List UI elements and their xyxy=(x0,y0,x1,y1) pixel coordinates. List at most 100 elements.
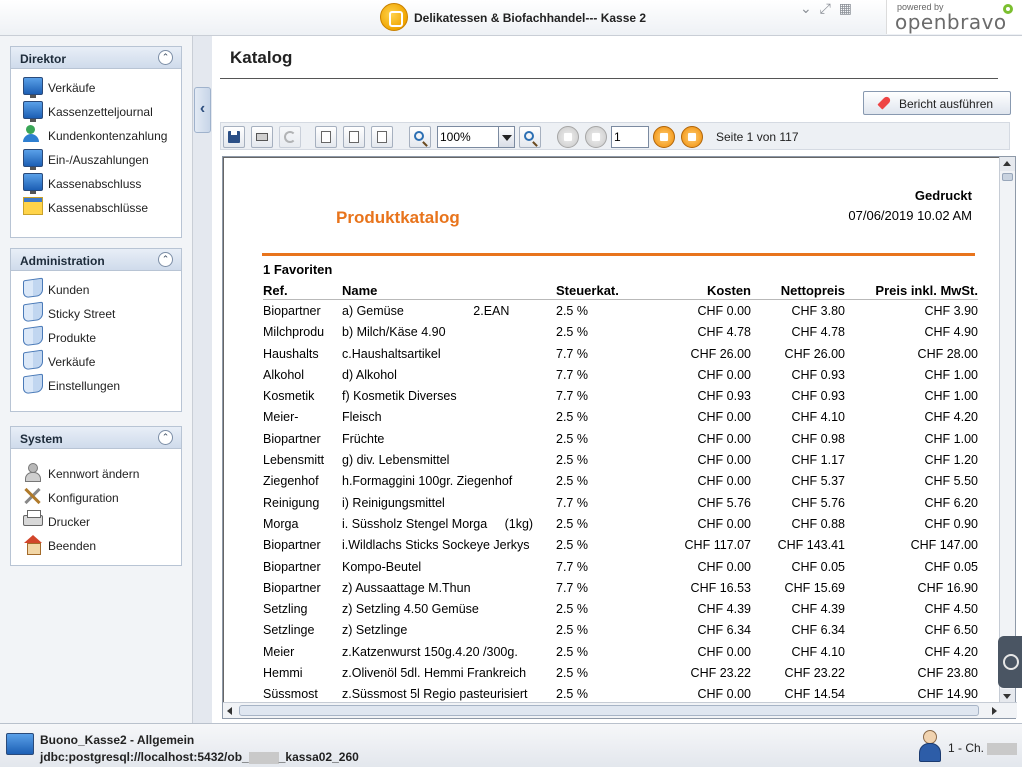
sidebar-item-drucker[interactable]: Drucker xyxy=(11,509,181,533)
sidebar-item-kunden[interactable]: Kunden xyxy=(11,277,181,301)
table-row: Alkohol d) Alkohol 7.7 % CHF 0.00 CHF 0.93 CH… xyxy=(263,367,978,388)
table-cell: CHF 23.80 xyxy=(917,666,978,681)
sidebar-item-kassenzetteljournal[interactable]: Kassenzetteljournal xyxy=(11,99,181,123)
scroll-up-icon[interactable] xyxy=(1000,157,1015,171)
table-cell: 7.7 % xyxy=(556,580,588,595)
table-cell: 2.5 % xyxy=(556,644,588,659)
table-cell: CHF 4.39 xyxy=(791,602,846,617)
tools-icon xyxy=(23,487,43,505)
table-cell: 2.5 % xyxy=(556,623,588,638)
last-page-button[interactable] xyxy=(681,126,703,148)
book-icon xyxy=(23,373,43,395)
scroll-down-icon[interactable] xyxy=(1000,689,1015,703)
table-row: Morga i. Süssholz Stengel Morga (1kg) 2.5 … xyxy=(263,516,978,537)
section-title: Direktor xyxy=(20,52,67,66)
table-row: Haushalts c.Haushaltsartikel 7.7 % CHF 26.0… xyxy=(263,346,978,367)
sidebar-item-einstellungen[interactable]: Einstellungen xyxy=(11,373,181,397)
previous-page-button[interactable] xyxy=(585,126,607,148)
redacted-text xyxy=(987,742,1018,755)
table-cell: CHF 3.80 xyxy=(791,304,846,318)
table-cell: 2.5 % xyxy=(556,602,588,617)
zoom-in-button[interactable] xyxy=(519,126,541,148)
table-row: Biopartner z) Aussaattage M.Thun 7.7 % CHF … xyxy=(263,580,978,601)
sidebar-item-verkaeufe-admin[interactable]: Verkäufe xyxy=(11,349,181,373)
table-row: Hemmi z.Olivenöl 5dl. Hemmi Frankreich 2.5… xyxy=(263,665,978,686)
column-header: Nettopreis xyxy=(780,283,845,298)
sidebar-item-konfiguration[interactable]: Konfiguration xyxy=(11,485,181,509)
next-page-button[interactable] xyxy=(653,126,675,148)
table-cell: b) Milch/Käse 4.90 xyxy=(342,325,446,340)
table-cell: 7.7 % xyxy=(556,346,588,361)
table-cell: CHF 4.39 xyxy=(697,602,752,617)
table-cell: CHF 0.93 xyxy=(791,367,846,382)
single-page-button[interactable] xyxy=(315,126,337,148)
collapse-icon[interactable]: ⌃ xyxy=(158,252,173,267)
sidebar-item-label: Kennwort ändern xyxy=(48,467,140,481)
sidebar-item-kennwort-aendern[interactable]: Kennwort ändern xyxy=(11,461,181,485)
remote-support-tab[interactable] xyxy=(998,636,1022,688)
table-row: Reinigung i) Reinigungsmittel 7.7 % CHF 5.7… xyxy=(263,495,978,516)
table-cell: 2.5 % xyxy=(556,431,588,446)
sidebar-item-kundenkontenzahlung[interactable]: Kundenkontenzahlung xyxy=(11,123,181,147)
table-row: Setzling z) Setzling 4.50 Gemüse 2.5 % CHF … xyxy=(263,601,978,622)
chevron-down-icon[interactable] xyxy=(498,127,514,147)
fullscreen-icon[interactable]: ⤢ xyxy=(820,0,831,16)
scroll-right-icon[interactable] xyxy=(987,703,1001,718)
sidebar-item-verkaeufe[interactable]: Verkäufe xyxy=(11,75,181,99)
chevron-down-icon[interactable]: ⌄ xyxy=(800,0,812,16)
sidebar-item-kassenabschluss[interactable]: Kassenabschluss xyxy=(11,171,181,195)
brand-mark-icon xyxy=(1003,4,1013,14)
table-row: Lebensmitt g) div. Lebensmittel 2.5 % CHF 0… xyxy=(263,452,978,473)
last-page-icon xyxy=(688,133,696,141)
collapse-icon[interactable]: ⌃ xyxy=(158,50,173,65)
scroll-thumb[interactable] xyxy=(239,705,979,716)
table-cell: Haushalts xyxy=(263,346,319,361)
scroll-left-icon[interactable] xyxy=(223,703,237,718)
page-number-input[interactable] xyxy=(611,126,649,148)
collapse-icon[interactable]: ⌃ xyxy=(158,430,173,445)
table-row: Setzlinge z) Setzlinge 2.5 % CHF 6.34 CHF 6.… xyxy=(263,622,978,643)
collapse-sidebar-button[interactable]: ‹ xyxy=(194,87,211,133)
save-button[interactable] xyxy=(223,126,245,148)
previous-page-icon xyxy=(592,133,600,141)
table-cell: 2.5 % xyxy=(556,325,588,340)
keypad-icon[interactable]: ▦ xyxy=(839,0,852,16)
monitor-icon xyxy=(23,173,43,194)
table-cell: CHF 16.90 xyxy=(917,580,978,595)
table-cell: Milchprodu xyxy=(263,325,325,340)
zoom-select[interactable]: 100% xyxy=(437,126,515,148)
sidebar-item-ein-auszahlungen[interactable]: Ein-/Auszahlungen xyxy=(11,147,181,171)
sidebar-item-kassenabschluesse[interactable]: Kassenabschlüsse xyxy=(11,195,181,219)
sidebar-item-beenden[interactable]: Beenden xyxy=(11,533,181,557)
table-cell: CHF 0.90 xyxy=(924,516,979,531)
print-button[interactable] xyxy=(251,126,273,148)
table-cell: Meier xyxy=(263,644,295,659)
sidebar-item-produkte[interactable]: Produkte xyxy=(11,325,181,349)
table-header: Ref. Name Steuerkat. Kosten Nettopreis P… xyxy=(263,282,978,300)
refresh-button[interactable] xyxy=(279,126,301,148)
table-cell: CHF 0.00 xyxy=(697,304,752,318)
horizontal-scrollbar[interactable] xyxy=(223,702,1017,718)
table-cell: CHF 1.00 xyxy=(924,367,979,382)
first-page-button[interactable] xyxy=(557,126,579,148)
section-header[interactable]: Administration ⌃ xyxy=(11,249,181,271)
page-width-button[interactable] xyxy=(343,126,365,148)
sidebar-item-sticky-street[interactable]: Sticky Street xyxy=(11,301,181,325)
section-header[interactable]: Direktor ⌃ xyxy=(11,47,181,69)
run-report-button[interactable]: Bericht ausführen xyxy=(863,91,1011,115)
monitor-icon xyxy=(23,149,43,170)
section-header[interactable]: System ⌃ xyxy=(11,427,181,449)
home-icon xyxy=(23,535,43,555)
table-cell: CHF 4.78 xyxy=(791,325,846,340)
sidebar-item-label: Konfiguration xyxy=(48,491,119,505)
table-cell: CHF 5.37 xyxy=(791,474,846,489)
table-cell: CHF 0.00 xyxy=(697,687,752,702)
table-cell: Morga xyxy=(263,516,299,531)
vertical-scrollbar[interactable] xyxy=(999,157,1015,703)
table-cell: 2.5 % xyxy=(556,474,588,489)
sidebar-item-label: Verkäufe xyxy=(48,355,96,369)
zoom-out-button[interactable] xyxy=(409,126,431,148)
page-height-button[interactable] xyxy=(371,126,393,148)
scroll-thumb[interactable] xyxy=(1002,173,1013,181)
table-cell: CHF 14.54 xyxy=(784,687,845,702)
